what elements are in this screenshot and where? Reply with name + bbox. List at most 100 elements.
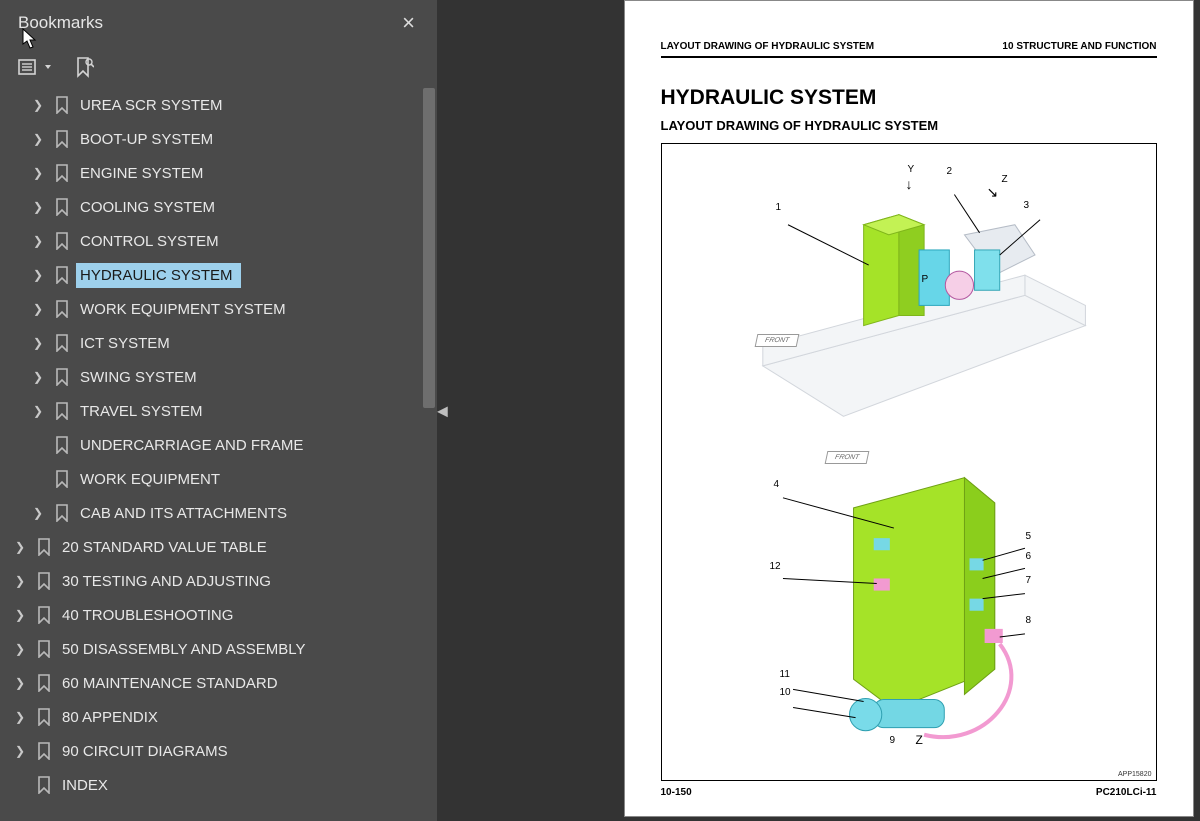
bookmark-item[interactable]: ❯80 APPENDIX [0, 700, 431, 734]
bookmark-item[interactable]: UNDERCARRIAGE AND FRAME [0, 428, 431, 462]
bookmark-icon [48, 300, 76, 318]
bookmark-item[interactable]: ❯ TRAVEL SYSTEM [0, 394, 431, 428]
chevron-right-icon[interactable]: ❯ [10, 642, 30, 656]
callout-4: 4 [774, 479, 780, 490]
bookmark-label: WORK EQUIPMENT SYSTEM [76, 297, 294, 322]
hydraulic-valve-block-svg [662, 437, 1156, 780]
callout-6: 6 [1026, 551, 1032, 562]
chevron-right-icon[interactable]: ❯ [10, 608, 30, 622]
bookmarks-title: Bookmarks [18, 13, 394, 33]
document-viewport[interactable]: LAYOUT DRAWING OF HYDRAULIC SYSTEM 10 ST… [437, 0, 1200, 821]
bookmark-item[interactable]: ❯30 TESTING AND ADJUSTING [0, 564, 431, 598]
page-title: HYDRAULIC SYSTEM [661, 86, 1157, 110]
bookmark-item[interactable]: ❯COOLING SYSTEM [0, 190, 431, 224]
bookmark-icon [48, 368, 76, 386]
bookmark-label: 40 TROUBLESHOOTING [58, 603, 241, 628]
chevron-right-icon[interactable]: ❯ [28, 200, 48, 214]
arrow-down-icon: ↘ [987, 184, 999, 201]
bookmark-item[interactable]: ❯ WORK EQUIPMENT SYSTEM [0, 292, 431, 326]
bookmark-item[interactable]: ❯ SWING SYSTEM [0, 360, 431, 394]
callout-5: 5 [1026, 531, 1032, 542]
chevron-right-icon[interactable]: ❯ [10, 676, 30, 690]
model-number: PC210LCi-11 [1096, 787, 1157, 798]
chevron-right-icon[interactable]: ❯ [28, 132, 48, 146]
bookmark-icon [30, 606, 58, 624]
bookmark-item[interactable]: ❯ENGINE SYSTEM [0, 156, 431, 190]
chevron-right-icon[interactable]: ❯ [10, 710, 30, 724]
callout-9: 9 [890, 735, 896, 746]
callout-2: 2 [947, 166, 953, 177]
bookmark-item[interactable]: ❯ 40 TROUBLESHOOTING [0, 598, 431, 632]
chevron-right-icon[interactable]: ❯ [10, 744, 30, 758]
page-header-left: LAYOUT DRAWING OF HYDRAULIC SYSTEM [661, 41, 875, 52]
bookmark-icon [48, 436, 76, 454]
chevron-right-icon[interactable]: ❯ [28, 404, 48, 418]
chevron-right-icon[interactable]: ❯ [28, 336, 48, 350]
bookmark-label: 90 CIRCUIT DIAGRAMS [58, 739, 236, 764]
bookmarks-tree: ❯UREA SCR SYSTEM❯BOOT-UP SYSTEM❯ENGINE S… [0, 88, 437, 821]
chevron-right-icon[interactable]: ❯ [28, 268, 48, 282]
bookmark-item[interactable]: WORK EQUIPMENT [0, 462, 431, 496]
page-number: 10-150 [661, 787, 692, 798]
bookmark-icon [30, 708, 58, 726]
callout-7: 7 [1026, 575, 1032, 586]
page-header-right: 10 STRUCTURE AND FUNCTION [1002, 41, 1156, 52]
chevron-right-icon[interactable]: ❯ [28, 166, 48, 180]
scrollbar-thumb[interactable] [423, 88, 435, 408]
bookmark-item[interactable]: ❯CONTROL SYSTEM [0, 224, 431, 258]
page-subtitle: LAYOUT DRAWING OF HYDRAULIC SYSTEM [661, 118, 1157, 133]
bookmark-icon [48, 334, 76, 352]
chevron-right-icon[interactable]: ❯ [28, 234, 48, 248]
bookmarks-panel: Bookmarks × ❯UREA SCR SYSTEM❯BOOT-UP SYS… [0, 0, 437, 821]
close-icon[interactable]: × [394, 6, 423, 40]
scrollbar-track[interactable] [423, 88, 435, 821]
callout-11: 11 [780, 669, 790, 680]
bookmark-label: ICT SYSTEM [76, 331, 178, 356]
bookmark-item[interactable]: ❯ 90 CIRCUIT DIAGRAMS [0, 734, 431, 768]
bookmark-item[interactable]: ❯20 STANDARD VALUE TABLE [0, 530, 431, 564]
bookmark-item[interactable]: ❯ HYDRAULIC SYSTEM [0, 258, 431, 292]
bookmark-icon [48, 470, 76, 488]
callout-10: 10 [780, 687, 791, 698]
bookmark-icon [48, 198, 76, 216]
figure-box: 1 Y ↓ 2 Z ↘ 3 P FRONT [661, 143, 1157, 781]
bookmark-icon [30, 538, 58, 556]
options-icon[interactable] [18, 57, 52, 77]
chevron-right-icon[interactable]: ❯ [10, 540, 30, 554]
bookmark-item[interactable]: ❯BOOT-UP SYSTEM [0, 122, 431, 156]
bookmark-item[interactable]: ❯ 60 MAINTENANCE STANDARD [0, 666, 431, 700]
bookmark-label: SWING SYSTEM [76, 365, 205, 390]
chevron-right-icon[interactable]: ❯ [28, 302, 48, 316]
front-badge: FRONT [754, 334, 799, 347]
bookmark-item[interactable]: ❯UREA SCR SYSTEM [0, 88, 431, 122]
bookmark-item[interactable]: ❯CAB AND ITS ATTACHMENTS [0, 496, 431, 530]
callout-1: 1 [776, 202, 782, 213]
bookmark-item[interactable]: ❯ ICT SYSTEM [0, 326, 431, 360]
bookmark-icon [48, 266, 76, 284]
bookmark-icon [48, 130, 76, 148]
chevron-right-icon[interactable]: ❯ [28, 506, 48, 520]
figure-upper: 1 Y ↓ 2 Z ↘ 3 P FRONT [662, 144, 1156, 437]
bookmark-label: 50 DISASSEMBLY AND ASSEMBLY [58, 637, 313, 662]
bookmark-icon [30, 776, 58, 794]
bookmarks-tree-scroll[interactable]: ❯UREA SCR SYSTEM❯BOOT-UP SYSTEM❯ENGINE S… [0, 88, 437, 821]
page-footer: 10-150 PC210LCi-11 [661, 787, 1157, 798]
callout-3: 3 [1024, 200, 1030, 211]
find-bookmark-icon[interactable] [74, 56, 94, 78]
bookmark-item[interactable]: ❯ 50 DISASSEMBLY AND ASSEMBLY [0, 632, 431, 666]
chevron-right-icon[interactable]: ❯ [10, 574, 30, 588]
bookmark-label: 60 MAINTENANCE STANDARD [58, 671, 286, 696]
bookmark-item[interactable]: INDEX [0, 768, 431, 802]
chevron-right-icon[interactable]: ❯ [28, 370, 48, 384]
callout-Z: Z [916, 733, 923, 747]
bookmark-icon [30, 742, 58, 760]
chevron-right-icon[interactable]: ❯ [28, 98, 48, 112]
bookmark-icon [48, 402, 76, 420]
callout-Z: Z [1002, 174, 1008, 185]
panel-collapse-handle[interactable]: ◀ [437, 402, 448, 419]
bookmark-icon [48, 232, 76, 250]
bookmark-label: TRAVEL SYSTEM [76, 399, 211, 424]
callout-12: 12 [770, 561, 781, 572]
bookmark-label: HYDRAULIC SYSTEM [76, 263, 241, 288]
bookmark-label: INDEX [58, 773, 116, 798]
